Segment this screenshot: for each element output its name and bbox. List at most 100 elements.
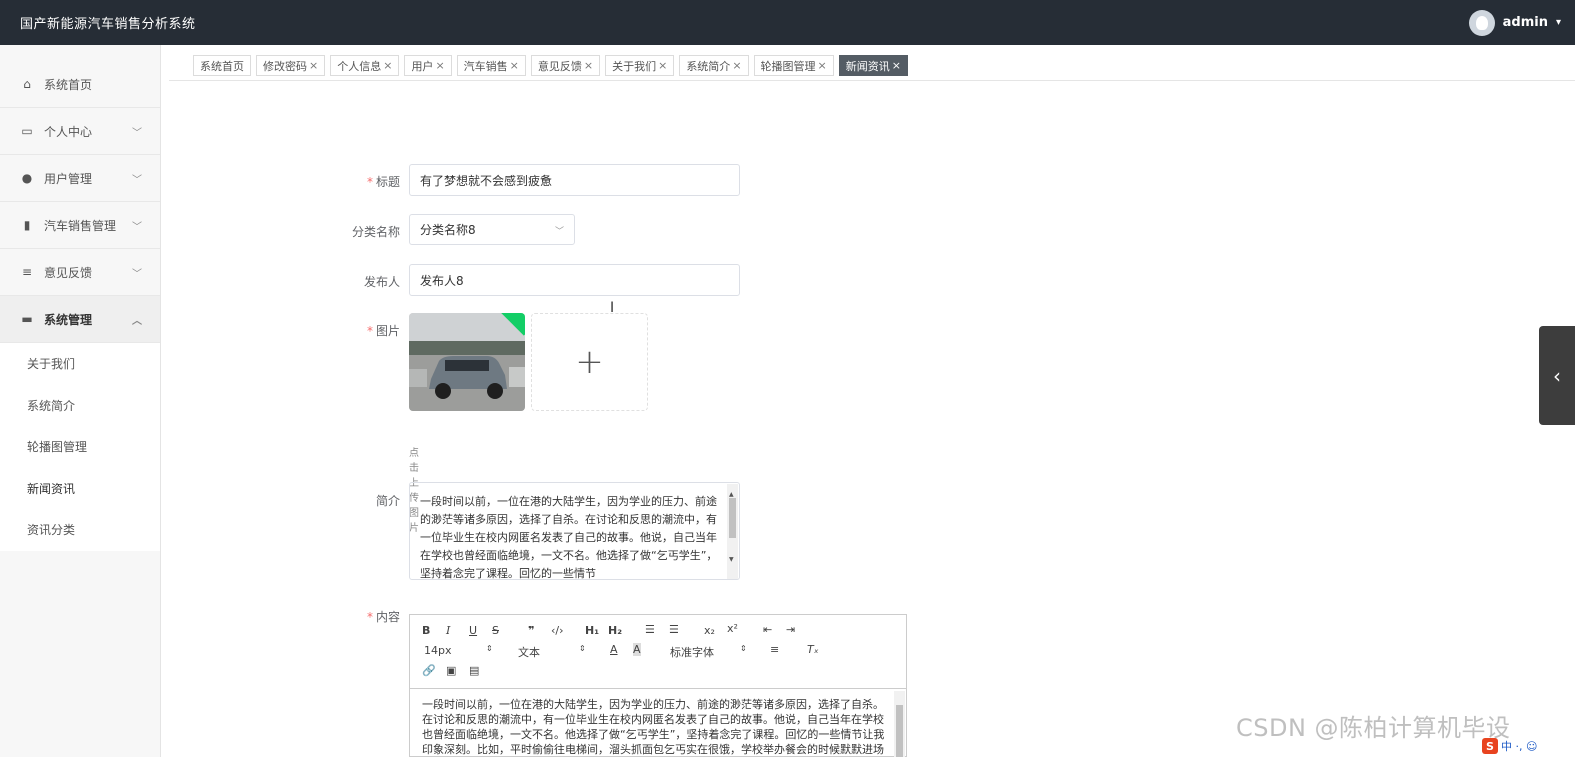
submenu-item-news-category[interactable]: 资讯分类 — [0, 509, 160, 551]
bullet-list-icon[interactable]: ☰ — [669, 623, 679, 636]
close-icon[interactable]: × — [309, 59, 318, 72]
sidebar-item-system[interactable]: ▬ 系统管理 ︿ — [0, 296, 160, 343]
font-color-icon[interactable]: A — [610, 643, 618, 656]
close-icon[interactable]: × — [584, 59, 593, 72]
tab-feedback[interactable]: 意见反馈 × — [530, 55, 601, 76]
tab-label: 汽车销售 — [463, 59, 508, 73]
subscript-icon[interactable]: x₂ — [704, 624, 715, 637]
avatar[interactable] — [1468, 9, 1495, 36]
close-icon[interactable]: × — [658, 59, 667, 72]
tab-label: 个人信息 — [337, 59, 382, 73]
select-arrows-icon: ⇕ — [486, 644, 493, 653]
tab-system-intro[interactable]: 系统简介 × — [679, 55, 749, 76]
font-family-select[interactable]: 标准字体 — [670, 644, 714, 660]
sidebar-item-feedback[interactable]: ≡ 意见反馈 ﹀ — [0, 249, 160, 296]
select-arrows-icon: ⇕ — [740, 644, 747, 653]
list-icon: ≡ — [21, 265, 33, 279]
tab-car-sales[interactable]: 汽车销售 × — [456, 55, 526, 76]
h2-icon[interactable]: H₂ — [608, 624, 622, 637]
username[interactable]: admin — [1503, 15, 1548, 30]
close-icon[interactable]: × — [510, 59, 519, 72]
italic-icon[interactable]: I — [446, 624, 450, 637]
category-select[interactable]: 分类名称8 ﹀ — [409, 214, 575, 245]
editor-content[interactable]: 一段时间以前，一位在港的大陆学生，因为学业的压力、前途的渺茫等诸多原因，选择了自… — [422, 697, 888, 757]
h1-icon[interactable]: H₁ — [585, 624, 599, 637]
content-label: * 内容 — [366, 610, 400, 624]
quote-icon[interactable]: ❞ — [528, 624, 534, 637]
close-icon[interactable]: × — [892, 59, 901, 72]
image-label: * 图片 — [366, 324, 400, 338]
intro-scrollbar[interactable]: ▲ ▼ — [727, 484, 738, 579]
rich-text-editor[interactable]: B I U S ❞ ‹/› H₁ H₂ ☰ ☰ x₂ x² ⇤ ⇥ 14px ⇕… — [409, 614, 907, 757]
publisher-input[interactable]: 发布人8 — [409, 264, 740, 296]
submenu-item-news[interactable]: 新闻资讯 — [0, 468, 160, 510]
sidebar-item-label: 系统管理 — [44, 312, 93, 327]
tab-about[interactable]: 关于我们 × — [605, 55, 675, 76]
chevron-down-icon: ﹀ — [132, 174, 142, 186]
app-title: 国产新能源汽车销售分析系统 — [20, 17, 196, 32]
tab-users[interactable]: 用户 × — [404, 55, 452, 76]
tab-label: 修改密码 — [263, 59, 307, 73]
tab-news[interactable]: 新闻资讯 × — [838, 55, 908, 76]
ime-toolbar[interactable]: S 中 ·, ☺ — [1482, 738, 1537, 754]
chevron-left-icon: ‹ — [1553, 363, 1561, 388]
text-cursor-icon: I — [610, 300, 615, 316]
tab-change-password[interactable]: 修改密码 × — [256, 55, 326, 76]
title-input[interactable]: 有了梦想就不会感到疲惫 — [409, 164, 740, 196]
chevron-down-icon: ﹀ — [132, 221, 142, 233]
superscript-icon[interactable]: x² — [727, 622, 738, 635]
ordered-list-icon[interactable]: ☰ — [645, 623, 655, 636]
font-size-select[interactable]: 14px — [424, 644, 452, 657]
align-icon[interactable]: ≡ — [770, 643, 779, 656]
sidebar-item-personal-center[interactable]: ▭ 个人中心 ﹀ — [0, 108, 160, 155]
tab-carousel[interactable]: 轮播图管理 × — [753, 55, 834, 76]
tab-label: 用户 — [411, 59, 434, 73]
sidebar-item-home[interactable]: ⌂ 系统首页 — [0, 45, 160, 108]
user-menu[interactable]: admin ▾ — [1468, 9, 1561, 36]
tab-home[interactable]: 系统首页 — [193, 55, 251, 76]
top-bar: 国产新能源汽车销售分析系统 admin ▾ — [0, 0, 1575, 45]
tab-list: 系统首页 修改密码 × 个人信息 × 用户 × 汽车销售 × 意见反馈 × 关于我们 × 系… — [193, 55, 908, 76]
side-panel-toggle[interactable]: ‹ — [1539, 326, 1575, 425]
sidebar-item-users[interactable]: ● 用户管理 ﹀ — [0, 155, 160, 202]
scroll-down-icon[interactable]: ▼ — [729, 551, 734, 569]
sidebar-item-car-sales[interactable]: ▮ 汽车销售管理 ﹀ — [0, 202, 160, 249]
tab-label: 意见反馈 — [537, 59, 582, 73]
uploaded-car-image[interactable] — [409, 313, 525, 411]
editor-toolbar: B I U S ❞ ‹/› H₁ H₂ ☰ ☰ x₂ x² ⇤ ⇥ 14px ⇕… — [410, 615, 906, 689]
sidebar-item-label: 汽车销售管理 — [44, 218, 117, 233]
tab-personal-info[interactable]: 个人信息 × — [330, 55, 400, 76]
editor-scrollbar[interactable] — [894, 691, 905, 757]
ime-status: 中 ·, ☺ — [1501, 740, 1538, 753]
close-icon[interactable]: × — [732, 59, 741, 72]
caret-down-icon[interactable]: ▾ — [1556, 17, 1561, 28]
video-icon[interactable]: ▤ — [469, 664, 479, 677]
tab-label: 新闻资讯 — [845, 59, 890, 73]
add-image-button[interactable]: + — [531, 313, 648, 411]
bold-icon[interactable]: B — [422, 624, 430, 637]
submenu-item-intro[interactable]: 系统简介 — [0, 385, 160, 427]
link-icon[interactable]: 🔗 — [422, 664, 436, 677]
close-icon[interactable]: × — [435, 59, 444, 72]
intro-textarea[interactable]: 一段时间以前，一位在港的大陆学生，因为学业的压力、前途的渺茫等诸多原因，选择了自… — [409, 482, 740, 580]
clear-format-icon[interactable]: Tₓ — [807, 643, 819, 656]
ime-logo-icon: S — [1482, 738, 1498, 754]
submenu-item-about[interactable]: 关于我们 — [0, 343, 160, 385]
select-arrows-icon: ⇕ — [579, 644, 586, 653]
close-icon[interactable]: × — [383, 59, 392, 72]
sidebar-item-label: 个人中心 — [44, 124, 93, 139]
outdent-icon[interactable]: ⇤ — [763, 623, 772, 636]
text-type-select[interactable]: 文本 — [518, 644, 540, 660]
sidebar: ⌂ 系统首页 ▭ 个人中心 ﹀ ● 用户管理 ﹀ ▮ 汽车销售管理 ﹀ ≡ 意见… — [0, 45, 161, 757]
close-icon[interactable]: × — [818, 59, 827, 72]
underline-icon[interactable]: U — [469, 624, 477, 637]
title-label: * 标题 — [366, 175, 400, 189]
code-icon[interactable]: ‹/› — [551, 624, 564, 637]
system-submenu: 关于我们 系统简介 轮播图管理 新闻资讯 资讯分类 — [0, 343, 160, 551]
image-icon[interactable]: ▣ — [446, 664, 456, 677]
background-color-icon[interactable]: A — [633, 643, 641, 656]
indent-icon[interactable]: ⇥ — [786, 623, 795, 636]
sidebar-item-label: 系统首页 — [44, 77, 93, 92]
strike-icon[interactable]: S — [492, 624, 499, 637]
submenu-item-carousel[interactable]: 轮播图管理 — [0, 426, 160, 468]
